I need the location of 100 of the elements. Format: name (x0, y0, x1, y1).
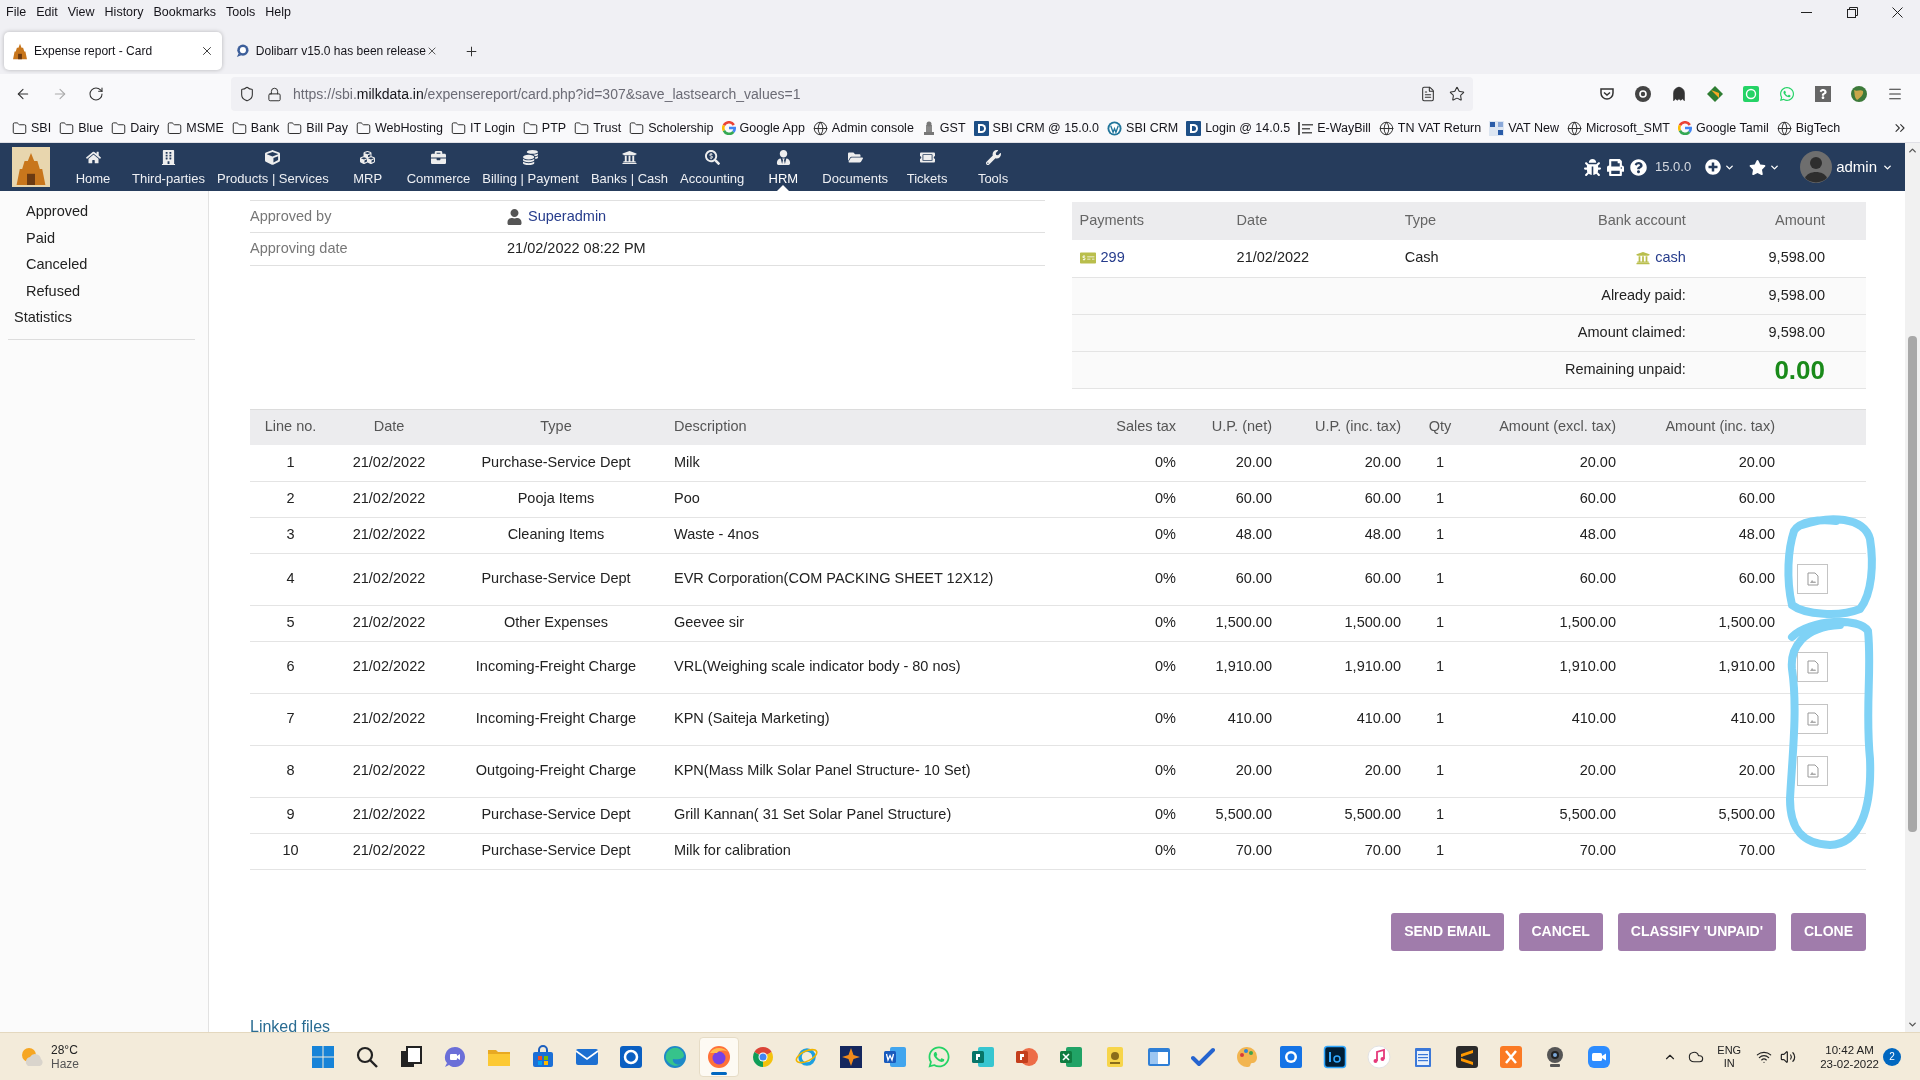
shield-chevron-icon[interactable] (1599, 86, 1615, 102)
notification-badge[interactable]: 2 (1883, 1047, 1901, 1066)
bookmark-item[interactable]: Blue (59, 118, 104, 138)
bookmark-item[interactable]: GST (921, 118, 966, 138)
bookmark-item[interactable]: Login @ 14.0.5 (1186, 118, 1291, 138)
menu-item[interactable]: Help (265, 2, 291, 22)
bookmark-item[interactable]: SBI (12, 118, 52, 138)
menu-item[interactable]: View (67, 2, 95, 22)
bookmark-item[interactable]: WebHosting (356, 118, 443, 138)
browser-tab[interactable]: Dolibarr v15.0 has been release (228, 32, 446, 70)
speaker-icon[interactable] (1780, 1048, 1797, 1065)
scrollbar-track[interactable] (1905, 143, 1920, 1032)
menu-item[interactable]: Bookmarks (153, 2, 216, 22)
temperature-text: 28°C (51, 1042, 79, 1057)
bookmark-item[interactable]: Scholership (629, 118, 714, 138)
menu-icon[interactable] (1887, 86, 1903, 102)
bookmark-item[interactable]: PTP (522, 118, 567, 138)
browser-tab[interactable]: Expense report - Card (4, 32, 222, 70)
bookmark-item[interactable]: Bank (231, 118, 280, 138)
language-indicator[interactable]: ENG IN (1717, 1043, 1742, 1070)
image-thumbnail-icon[interactable] (1797, 756, 1828, 786)
printer-icon[interactable] (1607, 158, 1624, 176)
menu-item[interactable]: File (6, 2, 27, 22)
bookmark-star-icon[interactable] (1449, 86, 1465, 102)
image-thumbnail-icon[interactable] (1797, 564, 1828, 594)
total-amount: 9,598.00 (1693, 314, 1866, 351)
arrow-diamond-icon[interactable] (1707, 86, 1723, 102)
action-button[interactable]: CANCEL (1518, 912, 1603, 951)
bookmark-item[interactable]: IT Login (450, 118, 515, 138)
reader-view-icon[interactable] (1420, 86, 1436, 102)
scrollbar-thumb[interactable] (1908, 336, 1917, 832)
top-menu-item[interactable]: Third-parties (126, 143, 211, 191)
close-icon[interactable] (200, 44, 214, 58)
reload-icon[interactable] (88, 86, 104, 102)
scroll-up-icon[interactable] (1907, 145, 1918, 156)
shield-icon[interactable] (239, 86, 255, 102)
bookmark-item[interactable]: Trust (574, 118, 622, 138)
top-menu-item[interactable]: Commerce (400, 143, 477, 191)
lock-icon[interactable] (267, 86, 282, 102)
bank-account-link[interactable]: cash (1655, 247, 1686, 270)
top-menu-item[interactable]: Tools (960, 143, 1027, 191)
bookmark-item[interactable]: Dairy (111, 118, 160, 138)
tax-rate-cell: 0% (1101, 481, 1184, 517)
top-menu-item[interactable]: Accounting (674, 143, 751, 191)
bookmark-item[interactable]: Bill Pay (287, 118, 349, 138)
bookmark-item[interactable]: Microsoft_SMT (1566, 118, 1670, 138)
action-button[interactable]: CLASSIFY 'UNPAID' (1617, 912, 1776, 951)
user-name[interactable]: admin (1836, 155, 1877, 179)
bookmark-item[interactable]: E-WayBill (1298, 118, 1371, 138)
top-menu-item[interactable]: Home (60, 143, 126, 191)
top-menu-item[interactable]: Products | Services (210, 143, 335, 191)
question-square-icon[interactable] (1815, 86, 1831, 102)
section-link[interactable]: Linked files (250, 1017, 331, 1032)
action-button[interactable]: CLONE (1791, 912, 1866, 951)
menu-item[interactable]: History (104, 2, 144, 22)
bookmark-item[interactable]: Google App (721, 118, 805, 138)
help-icon[interactable] (1630, 158, 1647, 176)
bookmark-item[interactable]: BigTech (1776, 118, 1841, 138)
bookmark-item[interactable]: SBI CRM @ 15.0.0 (973, 118, 1100, 138)
bookmark-item[interactable]: Google Tamil (1677, 118, 1769, 138)
bookmark-item[interactable]: Admin console (812, 118, 914, 138)
ghost-icon[interactable] (1671, 86, 1687, 102)
bug-icon[interactable] (1584, 158, 1601, 176)
add-icon[interactable] (1705, 159, 1722, 175)
temple-logo[interactable] (12, 147, 50, 187)
top-menu-item[interactable]: Documents (816, 143, 895, 191)
bookmark-item[interactable]: VAT New (1489, 118, 1559, 138)
menu-item[interactable]: Tools (226, 2, 256, 22)
sidebar-link[interactable]: Canceled (26, 254, 88, 277)
image-thumbnail-icon[interactable] (1797, 704, 1828, 734)
new-tab-icon[interactable] (464, 44, 479, 59)
description-cell: Geevee sir (665, 605, 1101, 641)
clock[interactable]: 10:42 AM 23-02-2022 (1820, 1042, 1879, 1071)
sidebar-link[interactable]: Approved (26, 201, 89, 224)
menu-item[interactable]: Edit (36, 2, 58, 22)
top-menu-item[interactable]: HRM (750, 143, 817, 191)
back-icon[interactable] (15, 86, 31, 102)
expense-type-cell: Purchase-Service Dept (447, 445, 665, 481)
user-link[interactable]: Superadmin (528, 205, 607, 228)
top-menu-item[interactable]: Banks | Cash (584, 143, 674, 191)
top-menu-item[interactable]: MRP (334, 143, 401, 191)
sidebar-link[interactable]: Statistics (14, 307, 72, 330)
building-icon (161, 150, 176, 165)
scroll-down-icon[interactable] (1907, 1019, 1918, 1030)
sidebar-link[interactable]: Refused (26, 280, 80, 303)
bookmark-item[interactable]: MSME (167, 118, 224, 138)
action-button[interactable]: SEND EMAIL (1391, 912, 1504, 951)
top-menu-item[interactable]: Tickets (894, 143, 961, 191)
bookmark-item[interactable]: SBI CRM (1107, 118, 1179, 138)
amount-cell: 410.00 (1471, 693, 1624, 745)
payment-link[interactable]: 299 (1100, 247, 1125, 270)
top-menu-item[interactable]: Billing | Payment (476, 143, 585, 191)
address-field[interactable]: https://sbi.milkdata.in/expensereport/card.php?id=307&save_lastsearch_values=1 (231, 77, 1473, 111)
star-icon[interactable] (1749, 158, 1767, 176)
avatar-icon[interactable] (1800, 151, 1833, 183)
sidebar-link[interactable]: Paid (26, 227, 56, 250)
dark-circle-icon[interactable] (1635, 86, 1651, 102)
image-thumbnail-icon[interactable] (1797, 652, 1828, 682)
bookmark-item[interactable]: TN VAT Return (1378, 118, 1482, 138)
globe-icon[interactable] (1851, 86, 1867, 102)
